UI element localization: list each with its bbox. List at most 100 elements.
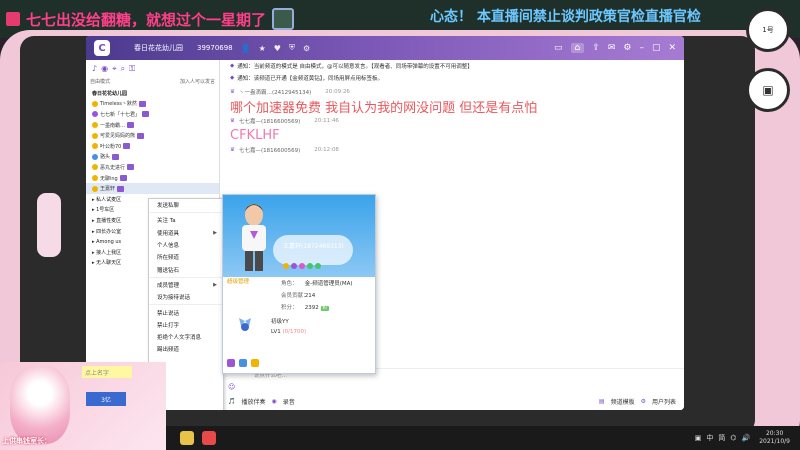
menu-divider (149, 304, 223, 306)
member-row[interactable]: 无聊ing (86, 173, 219, 184)
context-menu-item[interactable]: 设为接待说话 (149, 291, 223, 303)
gear-icon[interactable]: ⚙ (303, 44, 310, 53)
record-button[interactable]: 录音 (283, 397, 295, 406)
level: LV1 (271, 329, 281, 335)
location-icon[interactable]: ⌖ (112, 64, 117, 74)
context-menu-item[interactable]: 赠送钻石 (149, 263, 223, 275)
device-dot-top: 1号 (746, 8, 790, 52)
card-header: 王嘉轩(1872469313) (223, 195, 375, 277)
card-cloud-bg (273, 235, 353, 265)
app-titlebar: C 春日花花幼儿园 39970698 👤 ★ ♥ ⛨ ⚙ ▭ ⌂ ⇪ ✉ ⚙ –… (86, 36, 684, 60)
overlay-logo-icon (6, 12, 20, 26)
member-name: 骆头 (100, 154, 111, 161)
show-desktop-icon[interactable]: ▣ (695, 434, 702, 442)
template-button[interactable]: 频道模板 (611, 397, 635, 406)
mode-label[interactable]: 自由模式 (90, 78, 110, 88)
points-tag: 积 (320, 306, 329, 311)
device-dot-top-label: 1号 (762, 26, 774, 34)
member-row[interactable]: Timeless丶默然 (86, 99, 219, 110)
context-menu-item[interactable]: 发送私聊 (149, 199, 223, 211)
user-icon (92, 185, 98, 192)
input-ime-2[interactable]: 简 (718, 433, 725, 443)
user-icon (92, 122, 98, 129)
msg-icon[interactable]: ✉ (608, 43, 616, 53)
member-badge-icon (142, 111, 150, 118)
flower-icon (299, 263, 305, 269)
star-icon[interactable] (251, 359, 259, 367)
context-menu-item[interactable]: 踢出频道 (149, 343, 223, 355)
mode-row: 自由模式 加入人可以发言 (86, 78, 219, 88)
contrib-label: 会员贡献： (281, 293, 309, 299)
lock-icon[interactable]: ⚿ (129, 64, 135, 74)
shield-icon[interactable]: ⛨ (289, 43, 295, 53)
vip-icon[interactable]: ▭ (554, 43, 563, 53)
search-icon[interactable]: ⌕ (121, 64, 125, 74)
record-icon[interactable]: ◉ (272, 398, 277, 405)
member-row[interactable]: 骆头 (86, 152, 219, 163)
member-row[interactable]: 七七新「十七君」 (86, 109, 219, 120)
menu-item-label: 成员管理 (157, 282, 180, 289)
member-list: Timeless丶默然 七七新「十七君」 一墨南霸… 可爱见妈妈的熊 叶公粉70 骆头 恶丸… (86, 99, 219, 194)
context-menu-item[interactable]: 使用道具 ▶ (149, 227, 223, 239)
template-icon[interactable]: ▤ (599, 398, 605, 405)
notice-icon: ◆ (230, 75, 235, 81)
music-icon[interactable]: ♪ (92, 64, 97, 74)
member-row[interactable]: 恶丸史进行 (86, 162, 219, 173)
maximize-icon[interactable]: ▢ (652, 43, 661, 53)
game-icon[interactable]: ◉ (101, 64, 108, 74)
mic-icon[interactable]: 🎵 (228, 398, 235, 405)
user-list-button[interactable]: 用户列表 (652, 397, 676, 406)
play-music-button[interactable]: 播放伴奏 (241, 397, 265, 406)
msg-2-text: CFKLHF (230, 127, 280, 143)
context-menu-item[interactable]: 成员管理 ▶ (149, 279, 223, 291)
input-ime[interactable]: 中 (706, 433, 713, 443)
minimize-icon[interactable]: – (639, 43, 644, 53)
people-icon[interactable]: 👤 (241, 44, 251, 53)
chat-icon[interactable] (239, 359, 247, 367)
clock[interactable]: 20:30 2021/10/9 (759, 430, 790, 446)
volume-icon[interactable]: 🔊 (742, 434, 751, 442)
context-menu-item[interactable]: 关注 Ta (149, 214, 223, 226)
role-value: 金-频道管理员(MA) (304, 281, 353, 287)
context-menu-item[interactable]: 所在频道 (149, 251, 223, 263)
msg-user[interactable]: 七七嘉—(1816600569) (239, 146, 300, 154)
member-row[interactable]: 可爱见妈妈的熊 (86, 130, 219, 141)
context-menu-item[interactable]: 禁止打字 (149, 319, 223, 331)
heart-icon[interactable]: ♥ (274, 44, 281, 53)
close-icon[interactable]: ✕ (668, 43, 676, 53)
folder-icon[interactable] (180, 431, 194, 445)
context-menu-item[interactable]: 个人信息 (149, 239, 223, 251)
sidebar-toolbar: ♪ ◉ ⌖ ⌕ ⚿ (86, 60, 219, 78)
root-channel[interactable]: 春日花花幼儿园 (86, 88, 219, 99)
overlay-scroll-text: 七七出没给翻糖，就想过个一星期了 (26, 10, 267, 29)
msg-1-meta: ♛ 丶一盎滴霸…(2412945134) 20:09:26 (220, 86, 684, 97)
streamer-avatar (10, 366, 70, 444)
context-menu-item[interactable]: 禁止说话 (149, 306, 223, 318)
member-row[interactable]: 叶公粉70 (86, 141, 219, 152)
network-icon[interactable]: ⌬ (730, 434, 736, 442)
user-icon (92, 132, 98, 139)
notice-1: ◆ 通知：当前频道的模式是 自由模式，@可以随意发言。【观看者、同场带弹幕的设置… (220, 60, 684, 72)
app-red-icon[interactable] (202, 431, 216, 445)
emoji-icon[interactable]: ☺ (228, 383, 235, 391)
msg-user[interactable]: 丶一盎滴霸…(2412945134) (239, 88, 311, 96)
context-menu-item[interactable]: 拒绝个人文字消息 (149, 331, 223, 343)
member-badge-icon (127, 122, 135, 129)
member-row[interactable]: 王嘉轩 (86, 183, 219, 194)
profile-name[interactable]: 王嘉轩(1872469313) (283, 241, 344, 250)
chevron-right-icon: ▶ (213, 229, 217, 236)
member-row[interactable]: 一墨南霸… (86, 120, 219, 131)
settings-icon[interactable]: ⚙ (623, 43, 631, 53)
member-name: 无聊ing (100, 175, 118, 182)
share-icon[interactable]: ⇪ (592, 43, 600, 53)
star-icon[interactable]: ★ (259, 44, 266, 53)
user-list-icon[interactable]: ⚙ (641, 398, 646, 405)
leaf-icon (315, 263, 321, 269)
msg-user[interactable]: 七七嘉—(1816600569) (239, 117, 300, 125)
app-logo[interactable]: C (94, 40, 110, 56)
home-icon[interactable]: ⌂ (570, 43, 585, 53)
system-tray: ▣ 中 简 ⌬ 🔊 20:30 2021/10/9 (695, 430, 790, 446)
role-tag: 超级管理 (227, 279, 250, 285)
clock-time: 20:30 (765, 430, 784, 437)
gift-icon[interactable] (227, 359, 235, 367)
